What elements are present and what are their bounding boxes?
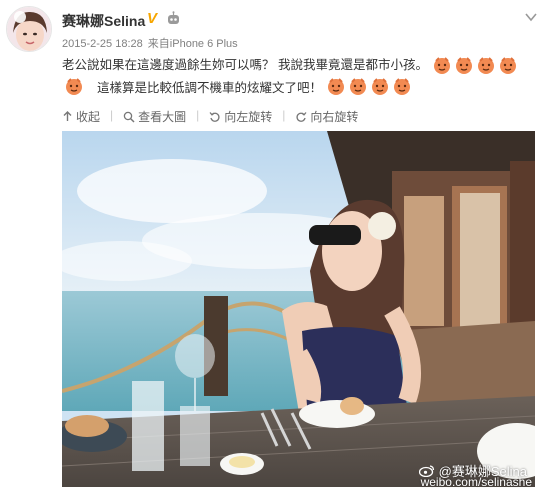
post-text-line-2: 這樣算是比較低調不機車的炫耀文了吧！ <box>97 76 412 96</box>
source-prefix: 来自 <box>147 38 170 50</box>
post-meta: 2015-2-25 18:28 来自iPhone 6 Plus <box>62 35 238 51</box>
robot-icon[interactable] <box>166 11 181 26</box>
face-emoji-icon <box>328 78 345 95</box>
rotate-left-icon <box>209 111 220 122</box>
face-emoji-icon <box>394 78 411 95</box>
weibo-post: 赛琳娜Selina V 2015-2-25 18:28 来自iPhone 6 P… <box>0 0 550 494</box>
post-photo[interactable]: @赛琳娜Selina <box>62 131 535 487</box>
toolbar-divider: | <box>282 108 286 122</box>
face-emoji-icon <box>372 78 389 95</box>
vip-v-icon[interactable]: V <box>147 11 162 26</box>
arrow-up-icon <box>63 111 72 121</box>
face-emoji-icon <box>455 57 472 74</box>
username[interactable]: 赛琳娜Selina <box>62 11 145 31</box>
chevron-down-icon[interactable] <box>524 10 538 24</box>
toolbar-divider: | <box>196 108 200 122</box>
rotate-left-button[interactable]: 向左旋转 <box>209 108 272 125</box>
magnify-icon <box>123 111 135 123</box>
rotate-right-icon <box>296 111 307 122</box>
collapse-label: 收起 <box>76 110 101 124</box>
emoji-group-1 <box>432 55 518 75</box>
collapse-button[interactable]: 收起 <box>62 108 100 125</box>
image-toolbar: 收起 | 查看大圖 | 向左旋转 | 向右旋转 <box>62 108 358 125</box>
emoji-group-2 <box>326 76 412 96</box>
rotate-right-label: 向右旋转 <box>310 110 359 124</box>
post-text: 老公說如果在這邊度過餘生妳可以嗎？ 我說我畢竟還是都市小孩。 <box>62 54 542 76</box>
post-text-line-1: 老公說如果在這邊度過餘生妳可以嗎？ 我說我畢竟還是都市小孩。 <box>62 54 542 76</box>
face-emoji-icon <box>499 57 516 74</box>
face-emoji-icon <box>433 57 450 74</box>
photo-scene <box>62 131 535 487</box>
post-source[interactable]: iPhone 6 Plus <box>170 38 238 50</box>
post-text-line-1-text: 老公說如果在這邊度過餘生妳可以嗎？ 我說我畢竟還是都市小孩。 <box>62 58 428 72</box>
post-timestamp[interactable]: 2015-2-25 18:28 <box>62 38 143 50</box>
face-emoji-icon <box>66 78 82 95</box>
watermark-url: weibo.com/selinashe <box>420 475 532 489</box>
user-badges: V <box>147 11 181 26</box>
view-large-button[interactable]: 查看大圖 <box>123 108 186 125</box>
avatar[interactable] <box>6 6 52 52</box>
view-large-label: 查看大圖 <box>138 110 187 124</box>
rotate-left-label: 向左旋转 <box>224 110 273 124</box>
rotate-right-button[interactable]: 向右旋转 <box>295 108 358 125</box>
face-emoji-icon <box>477 57 494 74</box>
post-text-line-2-text: 這樣算是比較低調不機車的炫耀文了吧！ <box>97 80 323 95</box>
toolbar-divider: | <box>110 108 114 122</box>
face-emoji-icon <box>350 78 367 95</box>
